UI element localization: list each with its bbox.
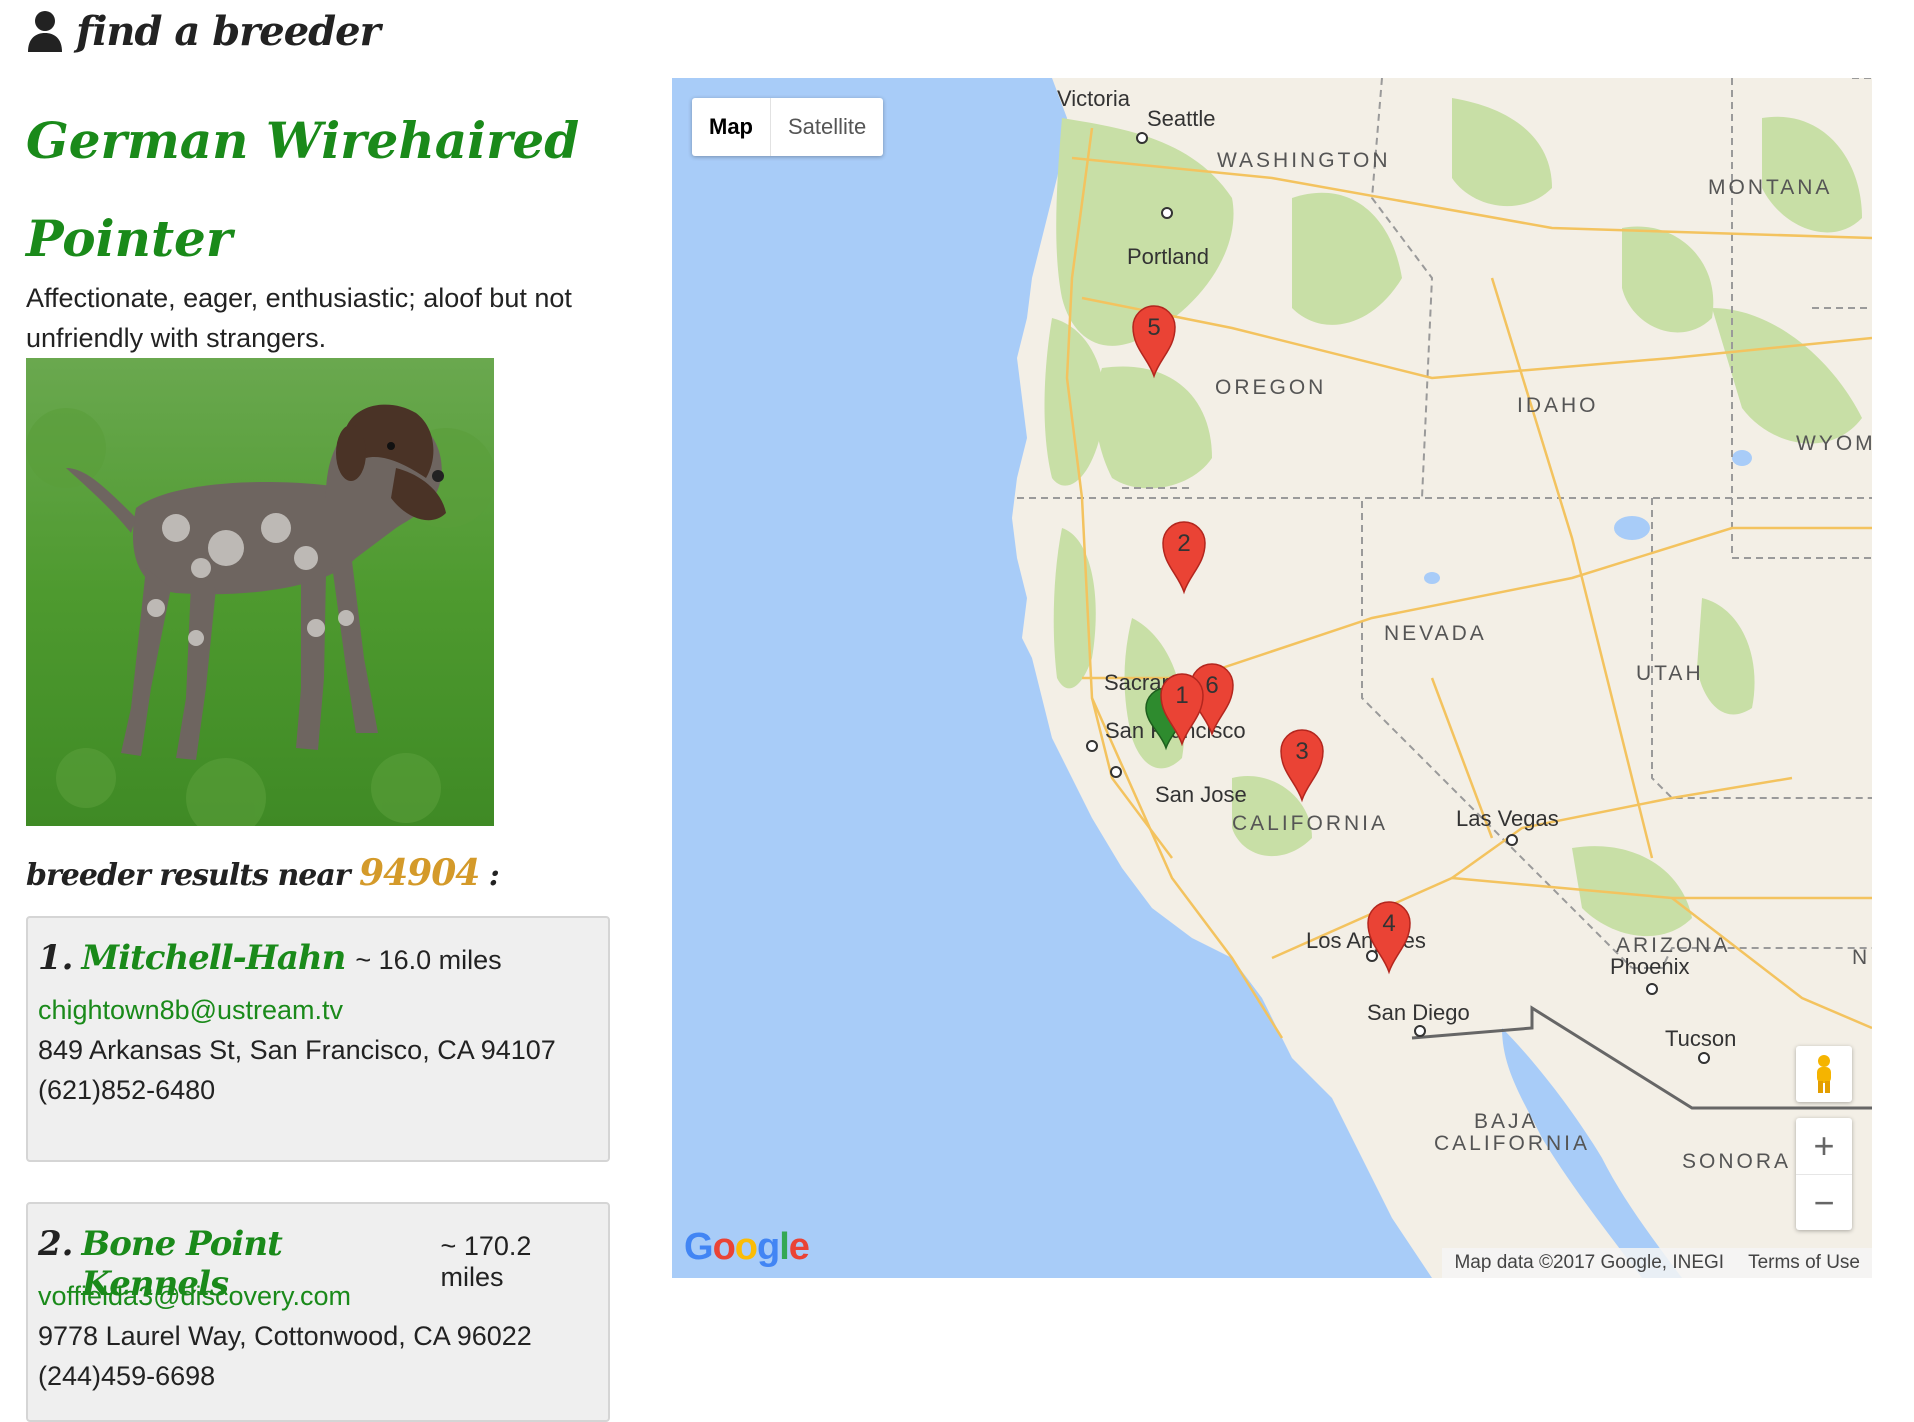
city-label-seattle: Seattle — [1147, 106, 1216, 131]
breed-title: German Wirehaired Pointer — [26, 92, 586, 288]
breeder-email-link[interactable]: chightown8b@ustream.tv — [38, 990, 598, 1030]
page-header: find a breeder — [26, 6, 381, 56]
state-label-montana: MONTANA — [1708, 176, 1832, 199]
terms-of-use-link[interactable]: Terms of Use — [1736, 1248, 1872, 1278]
state-label-idaho: IDAHO — [1517, 394, 1599, 417]
state-label-new-mexico: NI — [1852, 946, 1872, 969]
results-heading: breeder results near 94904 : — [26, 852, 500, 894]
zoom-in-button[interactable]: + — [1796, 1118, 1852, 1175]
breed-description: Affectionate, eager, enthusiastic; aloof… — [26, 283, 572, 353]
state-label-oregon: OREGON — [1215, 376, 1326, 399]
state-label-utah: UTAH — [1636, 662, 1704, 685]
breeder-address: 9778 Laurel Way, Cottonwood, CA 96022 — [38, 1321, 532, 1351]
breeder-number: 2. — [38, 1224, 74, 1264]
zoom-control: + − — [1796, 1118, 1852, 1230]
city-label-portland: Portland — [1127, 244, 1209, 269]
breeder-card: 2. Bone Point Kennels ~ 170.2 miles voff… — [26, 1202, 610, 1422]
breed-title-line-2: Pointer — [26, 209, 233, 268]
state-label-sonora: SONORA — [1682, 1150, 1791, 1173]
svg-text:2: 2 — [1177, 530, 1190, 557]
breeder-distance: ~ 170.2 miles — [440, 1231, 532, 1292]
city-label-victoria: Victoria — [1057, 86, 1131, 111]
page-title: find a breeder — [76, 7, 381, 55]
state-label-baja-2: CALIFORNIA — [1434, 1132, 1590, 1155]
svg-text:4: 4 — [1382, 910, 1395, 937]
results-zip: 94904 — [359, 852, 480, 894]
dog-photo — [26, 358, 494, 826]
street-view-pegman[interactable] — [1796, 1046, 1852, 1102]
breeder-distance: ~ 16.0 miles — [355, 945, 502, 975]
svg-text:3: 3 — [1295, 738, 1308, 765]
map-type-satellite-button[interactable]: Satellite — [771, 98, 883, 156]
breeder-address: 849 Arkansas St, San Francisco, CA 94107 — [38, 1035, 556, 1065]
person-icon — [28, 11, 62, 52]
city-label-tucson: Tucson — [1665, 1026, 1736, 1051]
state-label-washington: WASHINGTON — [1217, 149, 1391, 172]
city-label-phoenix: Phoenix — [1610, 954, 1690, 979]
map-type-control: Map Satellite — [692, 98, 884, 156]
state-label-baja-1: BAJA — [1474, 1110, 1539, 1133]
results-label: breeder results near — [26, 858, 351, 893]
state-label-arizona: ARIZONA — [1616, 934, 1730, 957]
google-logo[interactable]: Google — [684, 1226, 810, 1269]
city-label-san-diego: San Diego — [1367, 1000, 1470, 1025]
breed-title-line-1: German Wirehaired — [26, 111, 580, 170]
map-attribution: Map data ©2017 Google, INEGI Terms of Us… — [1442, 1248, 1872, 1278]
city-label-san-jose: San Jose — [1155, 782, 1247, 807]
city-label-las-vegas: Las Vegas — [1456, 806, 1559, 831]
breeder-number: 1. — [38, 938, 74, 978]
state-label-wyoming: WYOM — [1796, 432, 1872, 455]
state-label-california: CALIFORNIA — [1232, 812, 1388, 835]
svg-text:1: 1 — [1175, 682, 1188, 709]
breeder-map[interactable]: Victoria Seattle Portland Sacramento San… — [672, 78, 1872, 1278]
zoom-out-button[interactable]: − — [1796, 1175, 1852, 1231]
svg-text:5: 5 — [1147, 314, 1160, 341]
breeder-phone: (244)459-6698 — [38, 1361, 216, 1391]
svg-text:6: 6 — [1205, 672, 1218, 699]
results-suffix: : — [488, 858, 500, 893]
breeder-phone: (621)852-6480 — [38, 1075, 216, 1105]
map-data-credit: Map data ©2017 Google, INEGI — [1454, 1252, 1725, 1273]
breeder-name[interactable]: Mitchell-Hahn — [82, 938, 347, 978]
breeder-card: 1. Mitchell-Hahn ~ 16.0 miles chightown8… — [26, 916, 610, 1162]
state-label-nevada: NEVADA — [1384, 622, 1487, 645]
pegman-icon — [1817, 1055, 1831, 1093]
map-canvas[interactable]: Victoria Seattle Portland Sacramento San… — [672, 78, 1872, 1278]
map-type-map-button[interactable]: Map — [692, 98, 771, 156]
